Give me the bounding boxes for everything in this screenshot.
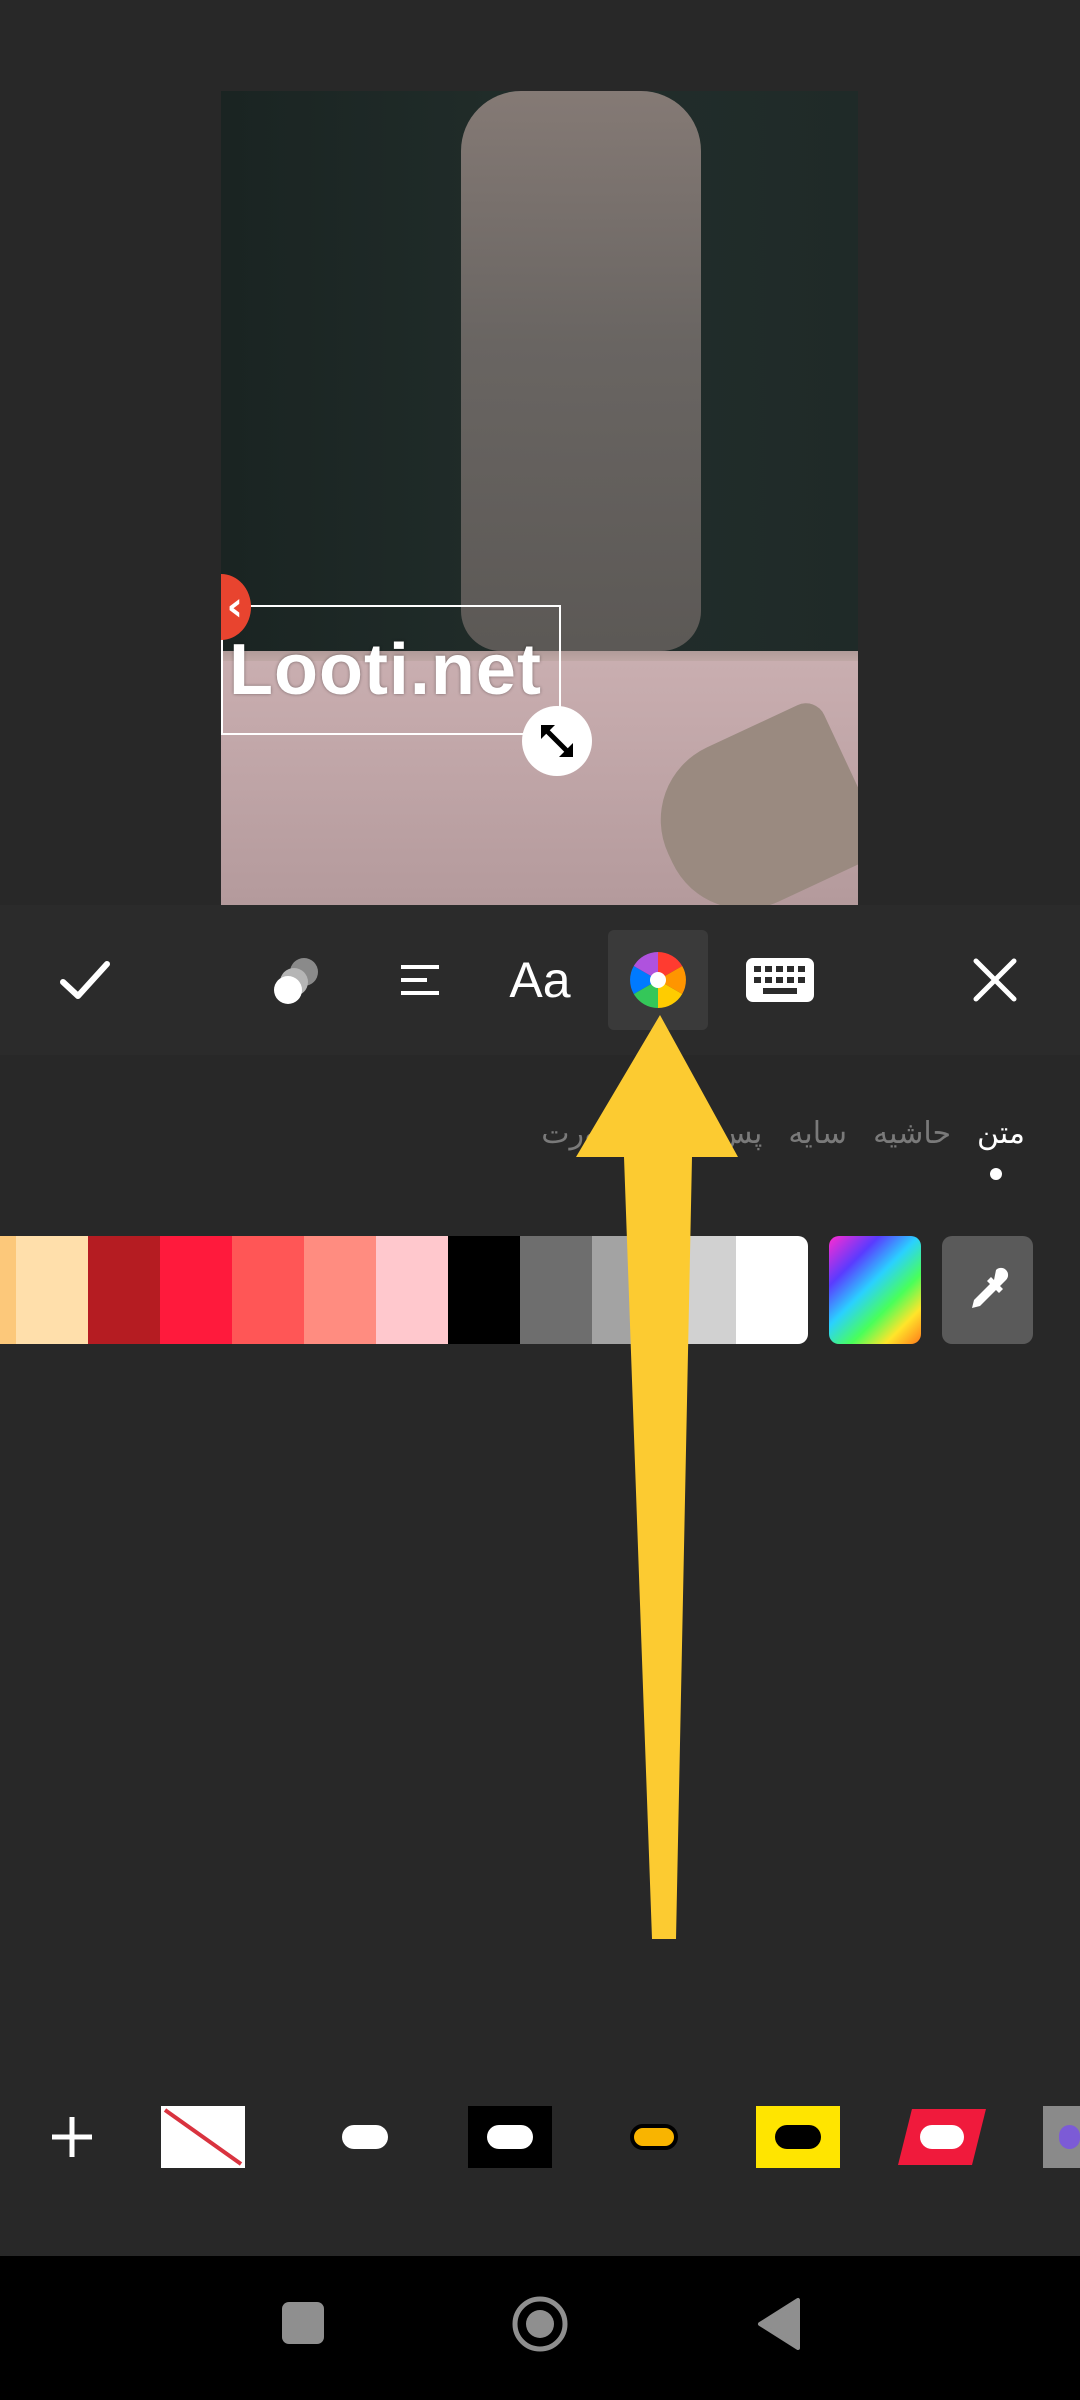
color-wheel-icon bbox=[630, 952, 686, 1008]
annotation-arrow bbox=[576, 1015, 738, 1939]
resize-diagonal-icon bbox=[541, 725, 573, 757]
eyedropper-icon bbox=[971, 1267, 1008, 1308]
video-figure bbox=[461, 91, 701, 651]
color-swatch[interactable] bbox=[448, 1236, 520, 1344]
add-preset-button[interactable] bbox=[42, 2106, 102, 2168]
preset-red-parallelogram[interactable] bbox=[898, 2106, 986, 2168]
tab-text[interactable]: متن bbox=[977, 1116, 1025, 1151]
check-icon bbox=[60, 961, 110, 999]
preset-gray-partial[interactable] bbox=[1043, 2106, 1080, 2168]
resize-handle[interactable] bbox=[522, 706, 592, 776]
confirm-button[interactable] bbox=[35, 930, 135, 1030]
close-small-icon: ‹ bbox=[226, 584, 243, 630]
home-circle-icon[interactable] bbox=[510, 2294, 570, 2354]
overlay-text[interactable]: Looti.net bbox=[223, 629, 542, 711]
color-swatch[interactable] bbox=[304, 1236, 376, 1344]
color-swatch[interactable] bbox=[160, 1236, 232, 1344]
preset-yellow-box[interactable] bbox=[756, 2106, 840, 2168]
preset-yellow-outline[interactable] bbox=[612, 2106, 696, 2168]
pill-shape bbox=[775, 2125, 821, 2149]
parallelogram-shape bbox=[898, 2109, 986, 2165]
preset-white-pill[interactable] bbox=[320, 2106, 410, 2168]
pill-shape bbox=[342, 2125, 388, 2149]
system-nav-bar bbox=[0, 2256, 1080, 2400]
opacity-icon bbox=[274, 958, 318, 1004]
text-overlay-box[interactable]: Looti.net bbox=[221, 605, 561, 735]
home-circle-svg bbox=[512, 2296, 568, 2352]
gradient-color-picker[interactable] bbox=[829, 1236, 921, 1344]
align-left-icon bbox=[401, 965, 439, 995]
eyedropper-button[interactable] bbox=[942, 1236, 1033, 1344]
back-triangle-icon[interactable] bbox=[754, 2296, 804, 2352]
preset-black-box[interactable] bbox=[468, 2106, 552, 2168]
color-swatch[interactable] bbox=[0, 1236, 16, 1344]
active-tab-indicator bbox=[990, 1168, 1002, 1180]
pill-shape bbox=[920, 2125, 964, 2149]
pill-shape bbox=[630, 2124, 678, 2150]
video-frame[interactable]: Looti.net ‹ bbox=[221, 91, 858, 905]
add-icon bbox=[52, 2117, 92, 2157]
tab-shadow[interactable]: سایه bbox=[788, 1116, 847, 1151]
recents-square-icon[interactable] bbox=[282, 2302, 324, 2344]
font-icon: Aa bbox=[509, 952, 571, 1008]
tab-border[interactable]: حاشیه bbox=[873, 1116, 951, 1151]
preset-none[interactable] bbox=[161, 2106, 245, 2168]
align-button[interactable] bbox=[370, 930, 470, 1030]
close-button[interactable] bbox=[945, 930, 1045, 1030]
close-icon bbox=[973, 958, 1017, 1002]
back-triangle-svg bbox=[758, 2298, 800, 2350]
pill-shape bbox=[487, 2125, 533, 2149]
color-swatch[interactable] bbox=[88, 1236, 160, 1344]
preview-area: Looti.net ‹ bbox=[0, 0, 1080, 905]
color-swatch[interactable] bbox=[16, 1236, 88, 1344]
color-swatch[interactable] bbox=[232, 1236, 304, 1344]
opacity-button[interactable] bbox=[248, 930, 348, 1030]
color-swatch[interactable] bbox=[376, 1236, 448, 1344]
keyboard-icon bbox=[746, 958, 814, 1002]
pill-shape bbox=[1059, 2125, 1080, 2149]
no-style-icon bbox=[163, 2108, 243, 2166]
